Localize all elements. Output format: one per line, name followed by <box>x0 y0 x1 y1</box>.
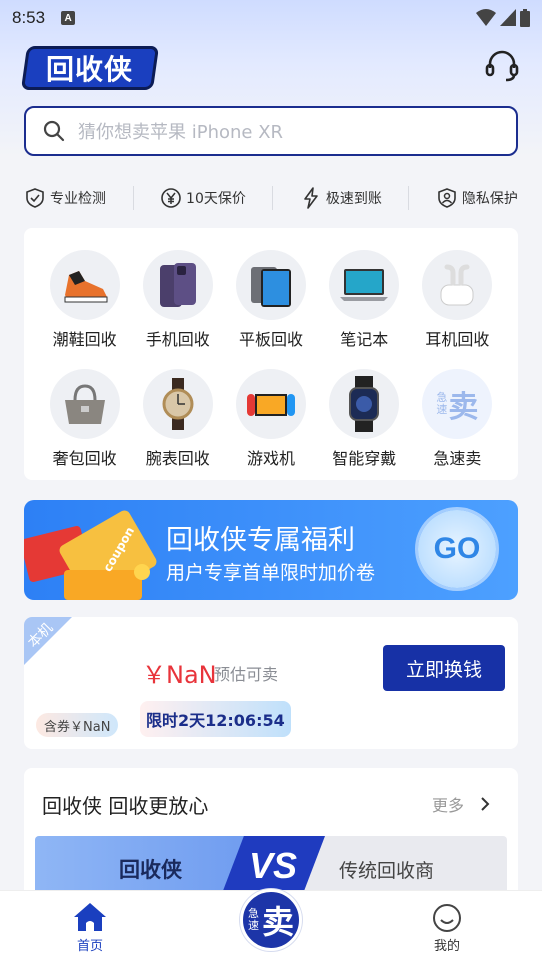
feature-label: 极速到账 <box>325 191 382 207</box>
category-game-console[interactable]: 游戏机 <box>224 369 317 480</box>
sneaker-icon <box>49 250 120 320</box>
exchange-now-button[interactable]: 立即换钱 <box>383 645 505 691</box>
category-label: 奢包回收 <box>52 449 117 468</box>
nav-quick-sell-button[interactable]: 急速 卖 <box>240 889 302 951</box>
tablet-icon <box>235 250 306 320</box>
category-tablet[interactable]: 平板回收 <box>224 250 317 361</box>
estimated-price: ￥NaN <box>142 661 217 689</box>
category-handbag[interactable]: 奢包回收 <box>38 369 131 480</box>
category-label: 潮鞋回收 <box>52 330 117 349</box>
feature-label: 专业检测 <box>50 191 106 207</box>
quick-sell-small-text: 急速 <box>436 391 448 416</box>
category-sneakers[interactable]: 潮鞋回收 <box>38 250 131 361</box>
countdown-timer: 限时2天12:06:54 <box>140 701 291 737</box>
logo-text: 回收侠 <box>46 53 134 86</box>
category-quick-sell[interactable]: 急速 卖 急速卖 <box>411 369 504 480</box>
category-label: 耳机回收 <box>425 330 490 349</box>
status-time: 8:53 <box>12 8 46 27</box>
section-title: 回收侠 回收更放心 <box>42 794 209 818</box>
chevron-right-icon <box>481 797 490 811</box>
watch-icon <box>142 369 213 439</box>
category-label: 智能穿戴 <box>332 449 397 468</box>
go-label: GO <box>433 532 481 565</box>
privacy-shield-icon <box>438 188 456 208</box>
comparison-bar: 回收侠 VS 传统回收商 <box>35 836 507 896</box>
quick-sell-icon: 急速 卖 <box>422 369 493 439</box>
nav-home-label: 首页 <box>76 939 103 954</box>
laptop-icon <box>329 250 400 320</box>
service-features: 专业检测 10天保价 极速到账 隐私保护 <box>24 182 518 214</box>
more-label: 更多 <box>432 796 465 815</box>
category-earbuds[interactable]: 耳机回收 <box>411 250 504 361</box>
price-note: 预估可卖 <box>214 665 279 684</box>
category-label: 平板回收 <box>238 330 303 349</box>
nav-center-small-text: 急速 <box>247 907 259 932</box>
nav-mine-label: 我的 <box>433 939 460 954</box>
divider <box>132 186 134 210</box>
handbag-icon <box>49 369 120 439</box>
phone-icon <box>142 250 213 320</box>
search-bar[interactable]: 猜你想卖苹果 iPhone XR <box>24 106 518 156</box>
smartwatch-icon <box>329 369 400 439</box>
quick-sell-big-text: 卖 <box>448 390 479 425</box>
banner-title: 回收侠专属福利 <box>166 525 355 556</box>
vs-label: VS <box>248 845 298 886</box>
wifi-icon <box>476 9 496 26</box>
category-smartwatch[interactable]: 智能穿戴 <box>318 369 411 480</box>
feature-label: 隐私保护 <box>461 191 518 207</box>
headset-icon[interactable] <box>484 48 520 84</box>
promo-banner[interactable]: coupon 回收侠专属福利 用户专享首单限时加价卷 GO <box>24 500 518 600</box>
banner-subtitle: 用户专享首单限时加价卷 <box>166 562 376 584</box>
category-label: 笔记本 <box>340 330 389 349</box>
battery-icon <box>520 9 530 27</box>
device-estimate-card: 本机 ￥NaN 预估可卖 立即换钱 含券￥NaN 限时2天12:06:54 <box>24 617 518 749</box>
search-placeholder: 猜你想卖苹果 iPhone XR <box>78 122 284 143</box>
signal-icon <box>500 9 516 26</box>
category-label: 游戏机 <box>246 449 295 468</box>
feature-inspection: 专业检测 <box>24 187 106 209</box>
more-link[interactable]: 更多 <box>432 792 490 816</box>
smiley-icon <box>433 904 461 932</box>
category-label: 腕表回收 <box>145 449 210 468</box>
category-label: 急速卖 <box>433 449 482 468</box>
search-icon <box>43 120 65 142</box>
nav-home[interactable]: 首页 <box>72 901 108 954</box>
category-laptop[interactable]: 笔记本 <box>318 250 411 361</box>
app-header: 回收侠 <box>0 40 542 96</box>
divider <box>408 186 410 210</box>
shield-check-icon <box>26 188 44 208</box>
notification-icon: A <box>61 11 76 25</box>
yen-circle-icon <box>161 188 181 208</box>
earbuds-icon <box>422 250 493 320</box>
comparison-right-label: 传统回收商 <box>339 860 435 882</box>
app-logo: 回收侠 <box>20 46 160 90</box>
coupon-tag: 含券￥NaN <box>36 713 119 737</box>
feature-price-protection: 10天保价 <box>160 187 246 209</box>
divider <box>272 186 274 210</box>
go-button[interactable]: GO <box>418 510 496 588</box>
nav-center-big-text: 卖 <box>261 903 294 941</box>
category-phone[interactable]: 手机回收 <box>131 250 224 361</box>
category-watch[interactable]: 腕表回收 <box>131 369 224 480</box>
home-icon <box>74 903 106 931</box>
feature-fast-payment: 极速到账 <box>300 187 382 209</box>
nav-mine[interactable]: 我的 <box>432 903 462 954</box>
feature-label: 10天保价 <box>186 191 246 207</box>
lightning-icon <box>304 187 318 209</box>
feature-privacy: 隐私保护 <box>436 187 518 209</box>
coupon-illustration: coupon <box>24 510 157 600</box>
comparison-left-label: 回收侠 <box>119 858 182 882</box>
category-label: 手机回收 <box>145 330 210 349</box>
bottom-navigation: 首页 急速 卖 我的 <box>0 889 542 963</box>
game-console-icon <box>235 369 306 439</box>
category-grid: 潮鞋回收 手机回收 平板回收 笔记本 耳机回收 奢包回收 腕表回收 游戏机 智能… <box>24 228 518 480</box>
status-bar: 8:53 A <box>0 0 542 36</box>
status-indicators <box>476 9 530 27</box>
